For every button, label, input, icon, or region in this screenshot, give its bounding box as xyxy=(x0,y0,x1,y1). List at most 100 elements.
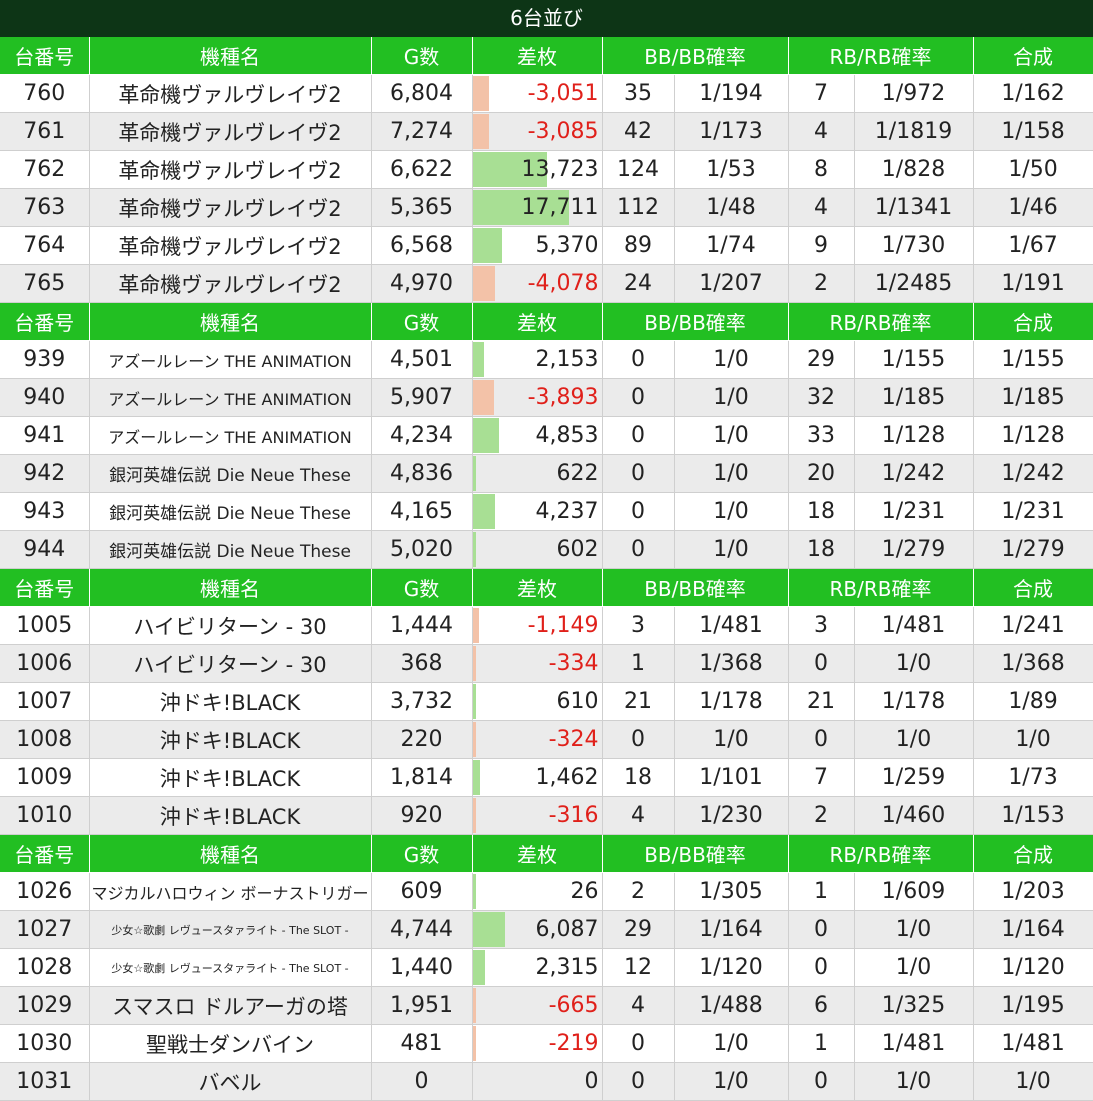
diff-cell: 602 xyxy=(471,530,603,569)
game-count: 4,744 xyxy=(371,910,473,949)
bb-rate: 1/53 xyxy=(674,150,789,189)
header-bb: BB/BB確率 xyxy=(602,302,789,341)
table-row: 1009 沖ドキ!BLACK 1,814 1,462 18 1/101 7 1/259 1/73 xyxy=(0,758,1093,797)
game-count: 920 xyxy=(371,796,473,835)
diff-negative-bar xyxy=(473,1026,476,1061)
machine-number: 1010 xyxy=(0,796,90,835)
rb-rate: 1/828 xyxy=(854,150,974,189)
machine-data-panel: 6台並び 台番号 機種名 G数 差枚 BB/BB確率 RB/RB確率 合成 760 革命機ヴァル… xyxy=(0,0,1093,1101)
machine-number: 1008 xyxy=(0,720,90,759)
bb-rate: 1/488 xyxy=(674,986,789,1025)
header-diff: 差枚 xyxy=(472,568,603,607)
diff-cell: 610 xyxy=(471,682,603,721)
table-title: 6台並び xyxy=(0,0,1093,37)
machine-number: 942 xyxy=(0,454,90,493)
rb-rate: 1/178 xyxy=(854,682,974,721)
bb-rate: 1/178 xyxy=(674,682,789,721)
combined-rate: 1/158 xyxy=(973,112,1093,151)
machine-number: 943 xyxy=(0,492,90,531)
diff-cell: 4,237 xyxy=(471,492,603,531)
table-row: 765 革命機ヴァルヴレイヴ2 4,970 -4,078 24 1/207 2 1/2485 1… xyxy=(0,264,1093,303)
game-count: 5,365 xyxy=(371,188,473,227)
header-machine-no: 台番号 xyxy=(0,834,90,873)
table-row: 763 革命機ヴァルヴレイヴ2 5,365 17,711 112 1/48 4 1/1341 1… xyxy=(0,188,1093,227)
table-row: 942 銀河英雄伝説 Die Neue These 4,836 622 0 1/0 20 1/… xyxy=(0,454,1093,493)
diff-negative-bar xyxy=(473,608,479,643)
machine-number: 944 xyxy=(0,530,90,569)
header-combined: 合成 xyxy=(973,834,1093,873)
diff-cell: -4,078 xyxy=(471,264,603,303)
bb-rate: 1/74 xyxy=(674,226,789,265)
table-row: 1026 マジカルハロウィン ボーナストリガー 609 26 2 1/305 1 1/609 1… xyxy=(0,872,1093,911)
machine-number: 1028 xyxy=(0,948,90,987)
header-machine-name: 機種名 xyxy=(89,302,372,341)
diff-cell: 1,462 xyxy=(471,758,603,797)
diff-cell: -316 xyxy=(471,796,603,835)
bb-count: 2 xyxy=(602,872,675,911)
game-count: 1,444 xyxy=(371,606,473,645)
bb-count: 0 xyxy=(602,340,675,379)
diff-negative-bar xyxy=(473,646,476,681)
rb-rate: 1/609 xyxy=(854,872,974,911)
machine-name: バベル xyxy=(89,1062,372,1101)
diff-value: 2,315 xyxy=(535,955,599,980)
diff-cell: 622 xyxy=(471,454,603,493)
header-machine-name: 機種名 xyxy=(89,834,372,873)
combined-rate: 1/67 xyxy=(973,226,1093,265)
bb-count: 29 xyxy=(602,910,675,949)
rb-rate: 1/0 xyxy=(854,720,974,759)
bb-count: 4 xyxy=(602,986,675,1025)
game-count: 5,907 xyxy=(371,378,473,417)
table-row: 760 革命機ヴァルヴレイヴ2 6,804 -3,051 35 1/194 7 1/972 1/… xyxy=(0,74,1093,113)
table-body: 台番号 機種名 G数 差枚 BB/BB確率 RB/RB確率 合成 760 革命機ヴァルヴレイヴ2… xyxy=(0,37,1093,1101)
machine-table: 台番号 機種名 G数 差枚 BB/BB確率 RB/RB確率 合成 760 革命機ヴァルヴレイヴ2… xyxy=(0,37,1093,1101)
bb-rate: 1/0 xyxy=(674,530,789,569)
header-games: G数 xyxy=(371,568,473,607)
diff-positive-bar xyxy=(473,228,502,263)
bb-rate: 1/305 xyxy=(674,872,789,911)
combined-rate: 1/279 xyxy=(973,530,1093,569)
rb-count: 4 xyxy=(788,188,855,227)
machine-number: 941 xyxy=(0,416,90,455)
diff-value: -665 xyxy=(548,993,599,1018)
header-games: G数 xyxy=(371,37,473,75)
machine-number: 762 xyxy=(0,150,90,189)
machine-number: 1005 xyxy=(0,606,90,645)
rb-rate: 1/1341 xyxy=(854,188,974,227)
bb-count: 4 xyxy=(602,796,675,835)
bb-rate: 1/0 xyxy=(674,340,789,379)
game-count: 609 xyxy=(371,872,473,911)
bb-count: 18 xyxy=(602,758,675,797)
combined-rate: 1/0 xyxy=(973,1062,1093,1101)
machine-name: 革命機ヴァルヴレイヴ2 xyxy=(89,226,372,265)
diff-positive-bar xyxy=(473,684,476,719)
game-count: 1,440 xyxy=(371,948,473,987)
combined-rate: 1/164 xyxy=(973,910,1093,949)
bb-count: 124 xyxy=(602,150,675,189)
header-diff: 差枚 xyxy=(472,37,603,75)
rb-count: 0 xyxy=(788,948,855,987)
diff-positive-bar xyxy=(473,418,499,453)
machine-name: マジカルハロウィン ボーナストリガー xyxy=(89,872,372,911)
diff-value: 6,087 xyxy=(535,917,599,942)
diff-cell: 13,723 xyxy=(471,150,603,189)
table-row: 1006 ハイビリターン - 30 368 -334 1 1/368 0 1/0 1/368 xyxy=(0,644,1093,683)
machine-number: 1006 xyxy=(0,644,90,683)
diff-negative-bar xyxy=(473,76,490,111)
table-row: 1010 沖ドキ!BLACK 920 -316 4 1/230 2 1/460 1/153 xyxy=(0,796,1093,835)
bb-rate: 1/120 xyxy=(674,948,789,987)
combined-rate: 1/120 xyxy=(973,948,1093,987)
bb-count: 42 xyxy=(602,112,675,151)
combined-rate: 1/203 xyxy=(973,872,1093,911)
machine-number: 1009 xyxy=(0,758,90,797)
combined-rate: 1/191 xyxy=(973,264,1093,303)
rb-count: 7 xyxy=(788,758,855,797)
header-bb: BB/BB確率 xyxy=(602,37,789,75)
combined-rate: 1/368 xyxy=(973,644,1093,683)
bb-rate: 1/0 xyxy=(674,454,789,493)
diff-cell: -3,893 xyxy=(471,378,603,417)
bb-count: 89 xyxy=(602,226,675,265)
machine-name: 沖ドキ!BLACK xyxy=(89,796,372,835)
rb-count: 32 xyxy=(788,378,855,417)
bb-rate: 1/207 xyxy=(674,264,789,303)
